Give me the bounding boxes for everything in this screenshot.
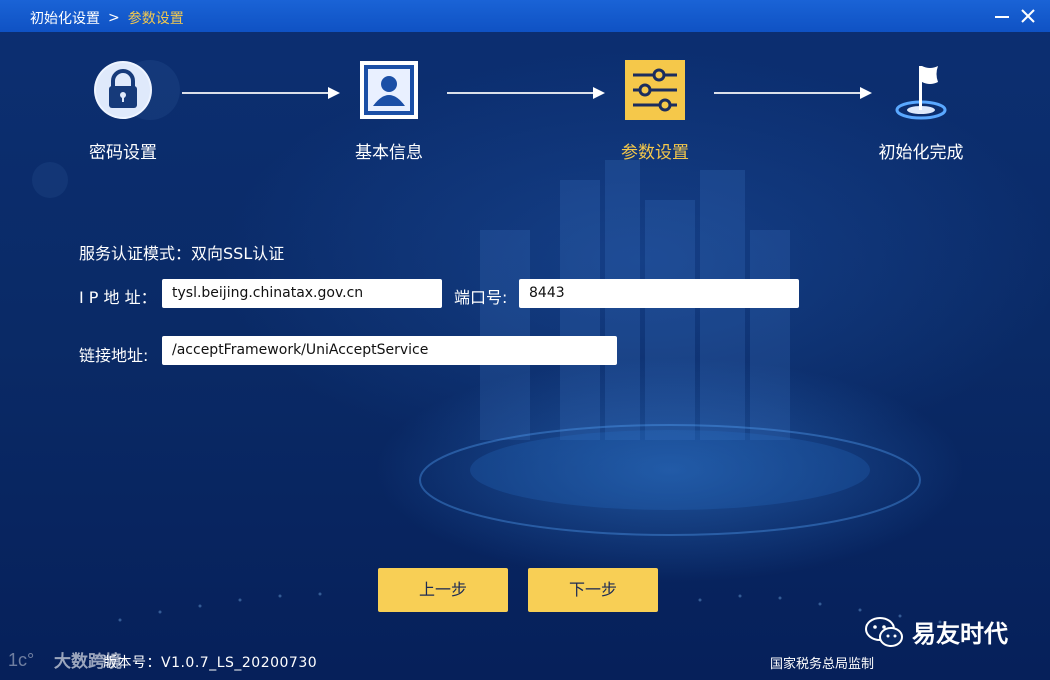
minimize-icon (995, 16, 1009, 18)
watermark-right: 易友时代 (864, 614, 1008, 649)
port-input[interactable]: 8443 (519, 279, 799, 308)
lock-icon (93, 60, 153, 120)
sliders-icon (625, 60, 685, 120)
ip-address-input[interactable]: tysl.beijing.chinatax.gov.cn (162, 279, 442, 308)
auth-mode-row: 服务认证模式：双向SSL认证 (79, 240, 284, 264)
arrow-icon (182, 87, 340, 99)
flag-icon (891, 60, 951, 120)
watermark-right-text: 易友时代 (912, 620, 1008, 648)
breadcrumb-current: 参数设置 (127, 11, 184, 27)
step-label: 初始化完成 (878, 143, 964, 163)
wechat-icon (865, 616, 903, 647)
auth-mode-value: 双向SSL认证 (191, 244, 285, 263)
next-step-button[interactable]: 下一步 (528, 568, 658, 612)
user-card-icon (359, 60, 419, 120)
port-label: 端口号: (454, 288, 508, 307)
breadcrumb: 初始化设置 > 参数设置 (30, 8, 184, 28)
version-text: 版本号：V1.0.7_LS_20200730 (103, 655, 318, 671)
close-icon (1021, 9, 1035, 23)
step-basic-info: 基本信息 (324, 60, 454, 163)
ip-label: I P 地 址： (79, 288, 157, 307)
breadcrumb-root[interactable]: 初始化设置 (30, 8, 100, 28)
link-address-input[interactable]: /acceptFramework/UniAcceptService (162, 336, 617, 365)
step-password: 密码设置 (58, 60, 188, 163)
minimize-button[interactable] (992, 6, 1012, 26)
step-label: 密码设置 (89, 143, 157, 163)
step-parameters: 参数设置 (590, 60, 720, 163)
close-button[interactable] (1018, 6, 1038, 26)
breadcrumb-separator: > (108, 10, 120, 26)
link-label: 链接地址: (79, 346, 149, 365)
watermark-logo-icon: 1c° (8, 650, 34, 670)
supervisor-text: 国家税务总局监制 (770, 657, 875, 672)
title-bar: 初始化设置 > 参数设置 (0, 0, 1050, 32)
step-complete: 初始化完成 (856, 60, 986, 163)
svg-text:1c°: 1c° (8, 650, 34, 670)
arrow-icon (714, 87, 872, 99)
auth-mode-label: 服务认证模式： (79, 244, 192, 263)
step-label: 参数设置 (621, 143, 689, 163)
arrow-icon (447, 87, 605, 99)
prev-step-button[interactable]: 上一步 (378, 568, 508, 612)
step-label: 基本信息 (355, 143, 423, 163)
